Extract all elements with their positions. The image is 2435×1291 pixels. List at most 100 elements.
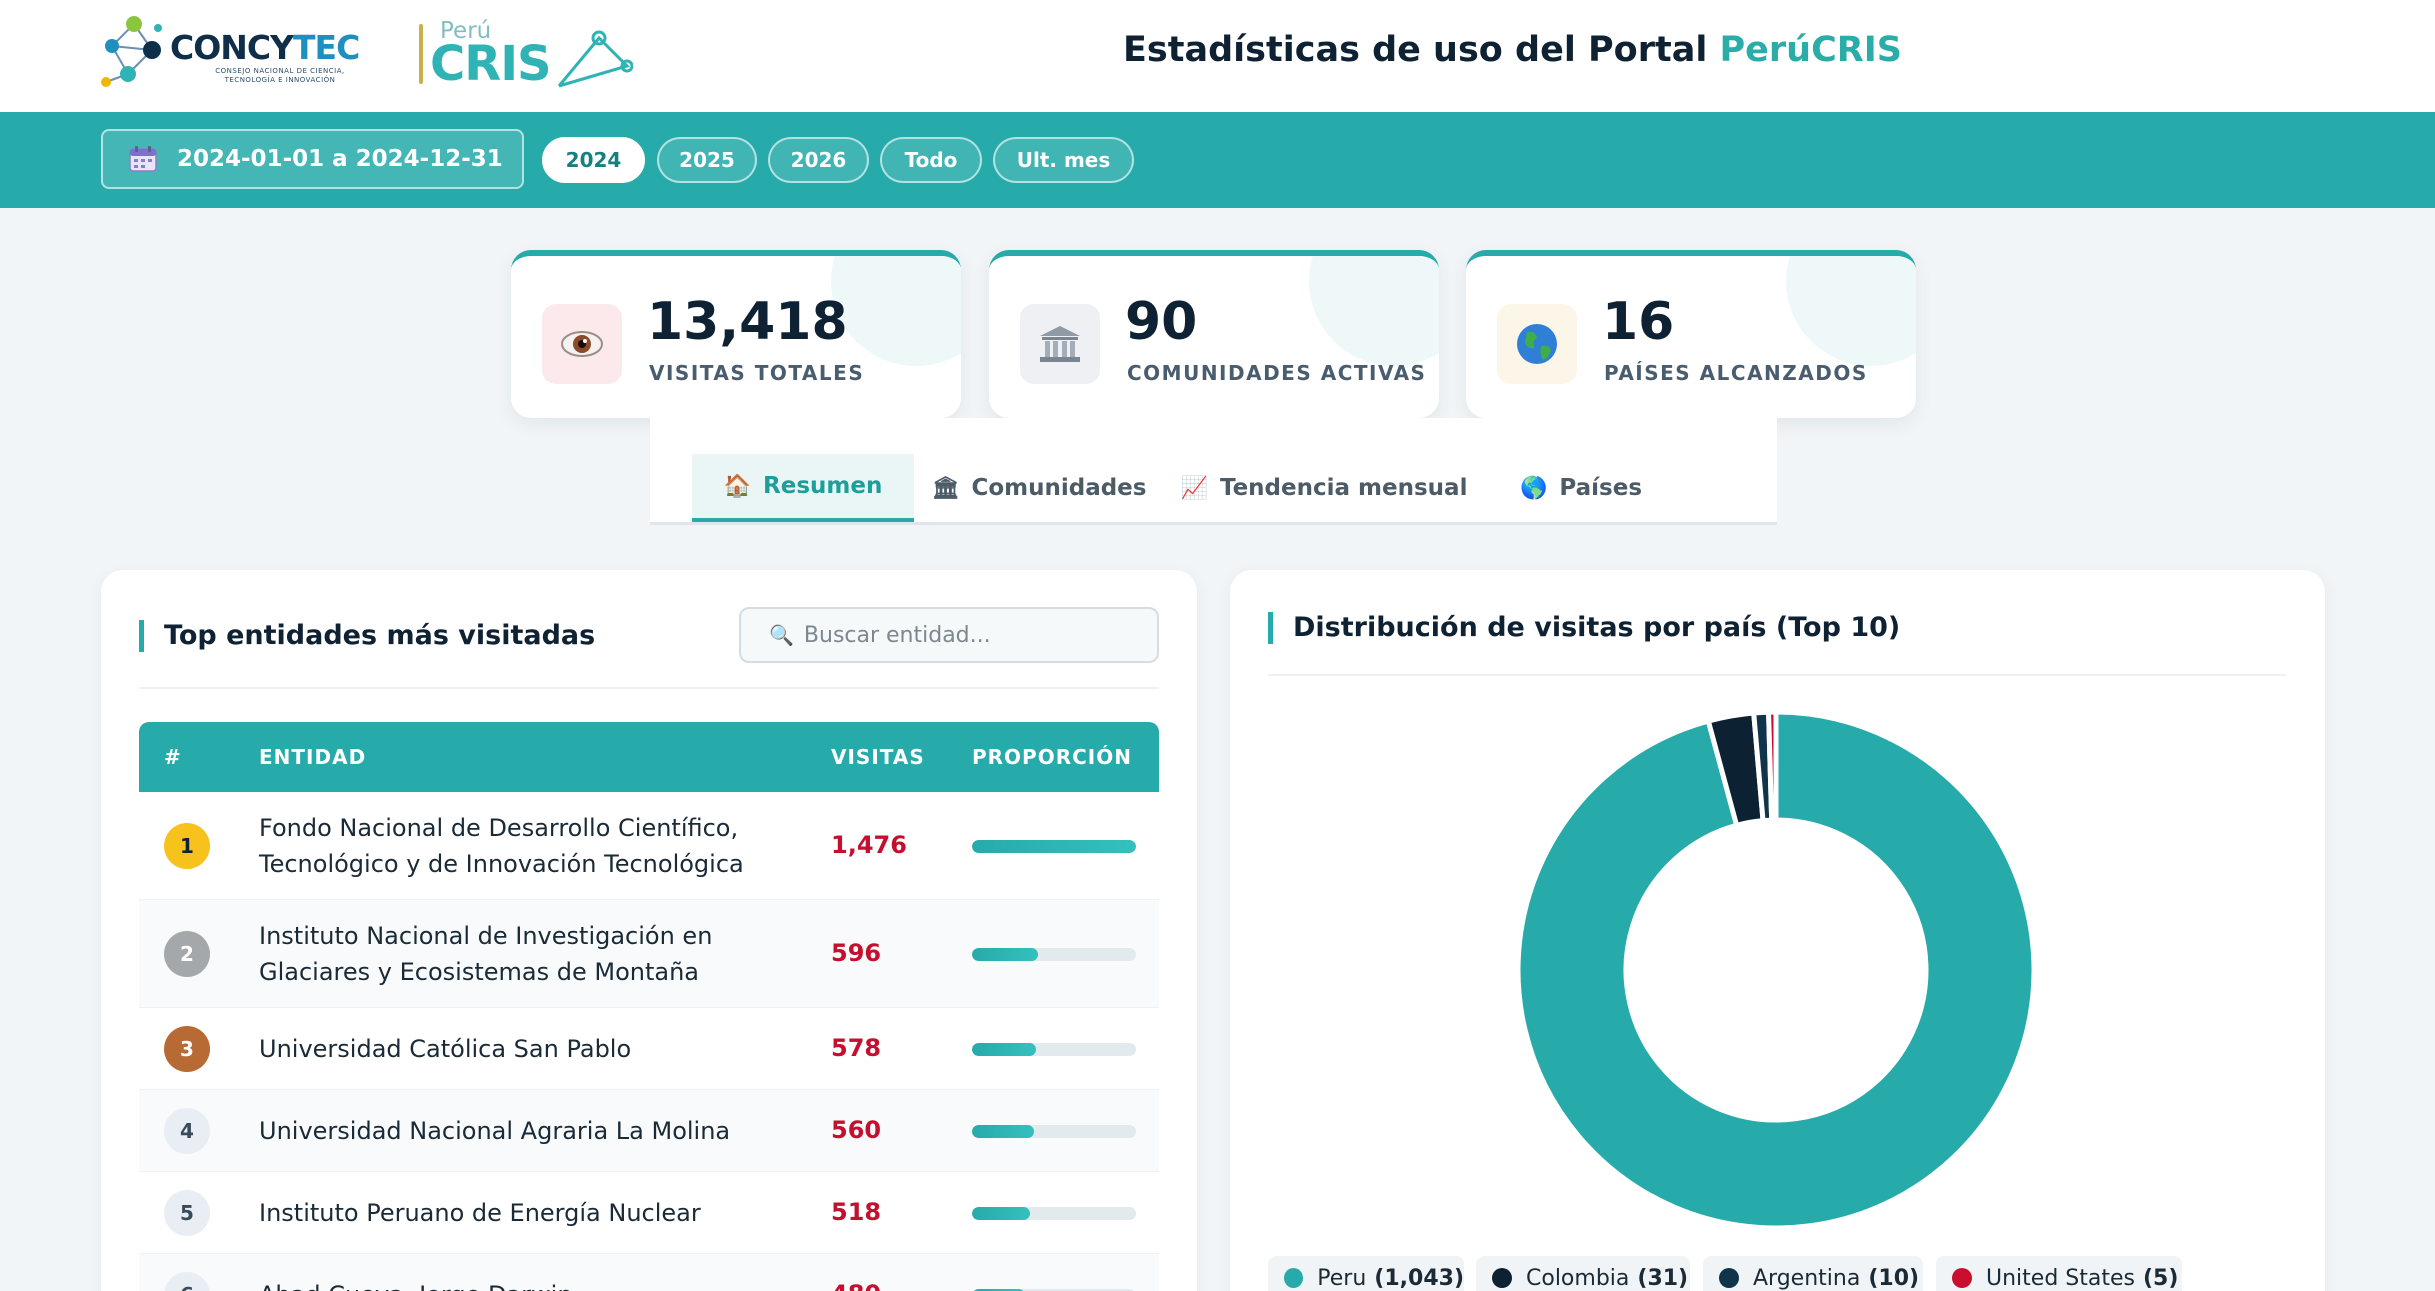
entity-name: Instituto Peruano de Energía Nuclear (259, 1199, 701, 1227)
table-row[interactable]: 2 Instituto Nacional de Investigación en … (139, 900, 1159, 1008)
rank-badge: 2 (164, 931, 210, 977)
share-bar (972, 1125, 1136, 1138)
stat-card-visits: 13,418 VISITAS TOTALES (511, 250, 961, 418)
tab-comunidades[interactable]: 🏛 Comunidades (924, 454, 1154, 522)
share-bar (972, 1207, 1136, 1220)
search-input[interactable] (803, 622, 1144, 648)
stat-label: COMUNIDADES ACTIVAS (1127, 361, 1427, 385)
chart-icon: 📈 (1180, 475, 1208, 501)
table-row[interactable]: 6 Abad Cueva, Jorge Darwin 480 (139, 1254, 1159, 1291)
concytec-logo[interactable]: CONCYTEC CONSEJO NACIONAL DE CIENCIA, TE… (98, 12, 378, 92)
stat-card-communities: 90 COMUNIDADES ACTIVAS (989, 250, 1439, 418)
legend-label: Argentina (1753, 1265, 1861, 1291)
rank-badge: 6 (164, 1272, 210, 1291)
page-title: Estadísticas de uso del Portal PerúCRIS (1123, 30, 1902, 70)
share-bar-fill (972, 1043, 1037, 1056)
institution-icon: 🏛 (931, 475, 960, 501)
eye-icon (542, 304, 622, 384)
visits-count: 596 (831, 939, 882, 967)
stat-label: VISITAS TOTALES (649, 361, 865, 385)
visits-count: 560 (831, 1116, 882, 1144)
legend-item-argentina[interactable]: Argentina (10) (1703, 1256, 1923, 1291)
donut-slice-united-states[interactable] (1765, 709, 1779, 823)
chip-2026[interactable]: 2026 (768, 137, 869, 183)
legend-label: Peru (1317, 1265, 1367, 1291)
rank-badge: 5 (164, 1190, 210, 1236)
legend-value: (5) (2142, 1265, 2179, 1291)
visits-count: 578 (831, 1034, 882, 1062)
cris-network-icon (557, 30, 633, 88)
filter-bar: 2024-01-01 a 2024-12-31 2024 2025 2026 T… (0, 112, 2435, 208)
stat-value: 13,418 (647, 292, 848, 352)
legend-label: United States (1986, 1265, 2135, 1291)
top-header: CONCYTEC CONSEJO NACIONAL DE CIENCIA, TE… (0, 0, 2435, 112)
rank-badge: 4 (164, 1108, 210, 1154)
card-decoration (1786, 256, 1916, 366)
tab-paises[interactable]: 🌎 Países (1496, 454, 1666, 522)
stat-card-countries: 16 PAÍSES ALCANZADOS (1466, 250, 1916, 418)
donut-chart (1515, 709, 2037, 1231)
date-range-picker[interactable]: 2024-01-01 a 2024-12-31 (101, 129, 524, 189)
stat-value: 16 (1602, 292, 1675, 352)
tab-tendencia-mensual[interactable]: 📈 Tendencia mensual (1164, 454, 1484, 522)
legend-item-colombia[interactable]: Colombia (31) (1476, 1256, 1690, 1291)
legend-item-united-states[interactable]: United States (5) (1936, 1256, 2182, 1291)
share-bar-fill (972, 1207, 1030, 1220)
entity-name: Fondo Nacional de Desarrollo Científico,… (259, 814, 744, 878)
legend-label: Colombia (1526, 1265, 1630, 1291)
entity-name: Instituto Nacional de Investigación en G… (259, 922, 713, 986)
entity-name: Abad Cueva, Jorge Darwin (259, 1277, 573, 1291)
chip-todo[interactable]: Todo (880, 137, 982, 183)
share-bar-fill (972, 1125, 1035, 1138)
tab-label: Países (1559, 475, 1643, 501)
panel-divider (139, 687, 1159, 689)
tab-resumen[interactable]: 🏠 Resumen (692, 454, 914, 522)
tab-bar: 🏠 Resumen 🏛 Comunidades 📈 Tendencia mens… (650, 418, 1777, 525)
column-rank: # (164, 745, 182, 769)
table-row[interactable]: 5 Instituto Peruano de Energía Nuclear 518 (139, 1172, 1159, 1254)
globe-icon: 🌎 (1519, 475, 1548, 501)
perucris-logo[interactable]: Perú CRIS (415, 14, 635, 94)
institution-icon (1020, 304, 1100, 384)
column-share: PROPORCIÓN (972, 745, 1132, 769)
concytec-wordmark: CONCYTEC (170, 28, 360, 67)
entity-name: Universidad Nacional Agraria La Molina (259, 1117, 731, 1145)
share-bar-fill (972, 840, 1136, 853)
logo-accent-bar (419, 24, 423, 84)
share-bar (972, 840, 1136, 853)
table-row[interactable]: 3 Universidad Católica San Pablo 578 (139, 1008, 1159, 1090)
tab-label: Resumen (763, 473, 883, 499)
tab-label: Comunidades (971, 475, 1147, 501)
chip-ult-mes[interactable]: Ult. mes (993, 137, 1134, 183)
share-bar-fill (972, 948, 1039, 961)
logo-cris-text: CRIS (430, 36, 552, 92)
stat-value: 90 (1125, 292, 1198, 352)
legend-swatch (1492, 1268, 1512, 1288)
column-entity: ENTIDAD (259, 745, 367, 769)
card-decoration (1309, 256, 1439, 366)
panel-title: Top entidades más visitadas (139, 620, 595, 652)
top-entities-panel: Top entidades más visitadas 🔍 # ENTIDAD … (101, 570, 1197, 1291)
legend-swatch (1719, 1268, 1739, 1288)
legend-item-peru[interactable]: Peru (1,043) (1268, 1256, 1464, 1291)
share-bar (972, 948, 1136, 961)
concytec-network-icon (101, 16, 162, 87)
chip-2025[interactable]: 2025 (657, 137, 757, 183)
chip-2024[interactable]: 2024 (542, 137, 645, 183)
house-icon: 🏠 (723, 473, 752, 499)
table-row[interactable]: 4 Universidad Nacional Agraria La Molina 5… (139, 1090, 1159, 1172)
concytec-subtitle: CONSEJO NACIONAL DE CIENCIA, TECNOLOGÍA … (215, 67, 345, 84)
legend-value: (1,043) (1374, 1265, 1464, 1291)
table-row[interactable]: 1 Fondo Nacional de Desarrollo Científico… (139, 792, 1159, 900)
tab-label: Tendencia mensual (1219, 475, 1468, 501)
visits-count: 1,476 (831, 831, 907, 859)
country-distribution-panel: Distribución de visitas por país (Top 10… (1230, 570, 2325, 1291)
search-entity-box[interactable]: 🔍 (739, 607, 1159, 663)
rank-badge: 3 (164, 1026, 210, 1072)
entity-name: Universidad Católica San Pablo (259, 1035, 632, 1063)
legend-value: (10) (1868, 1265, 1920, 1291)
card-decoration (831, 256, 961, 366)
legend-swatch (1284, 1268, 1304, 1288)
stat-label: PAÍSES ALCANZADOS (1604, 361, 1868, 385)
visits-count: 480 (831, 1280, 881, 1291)
